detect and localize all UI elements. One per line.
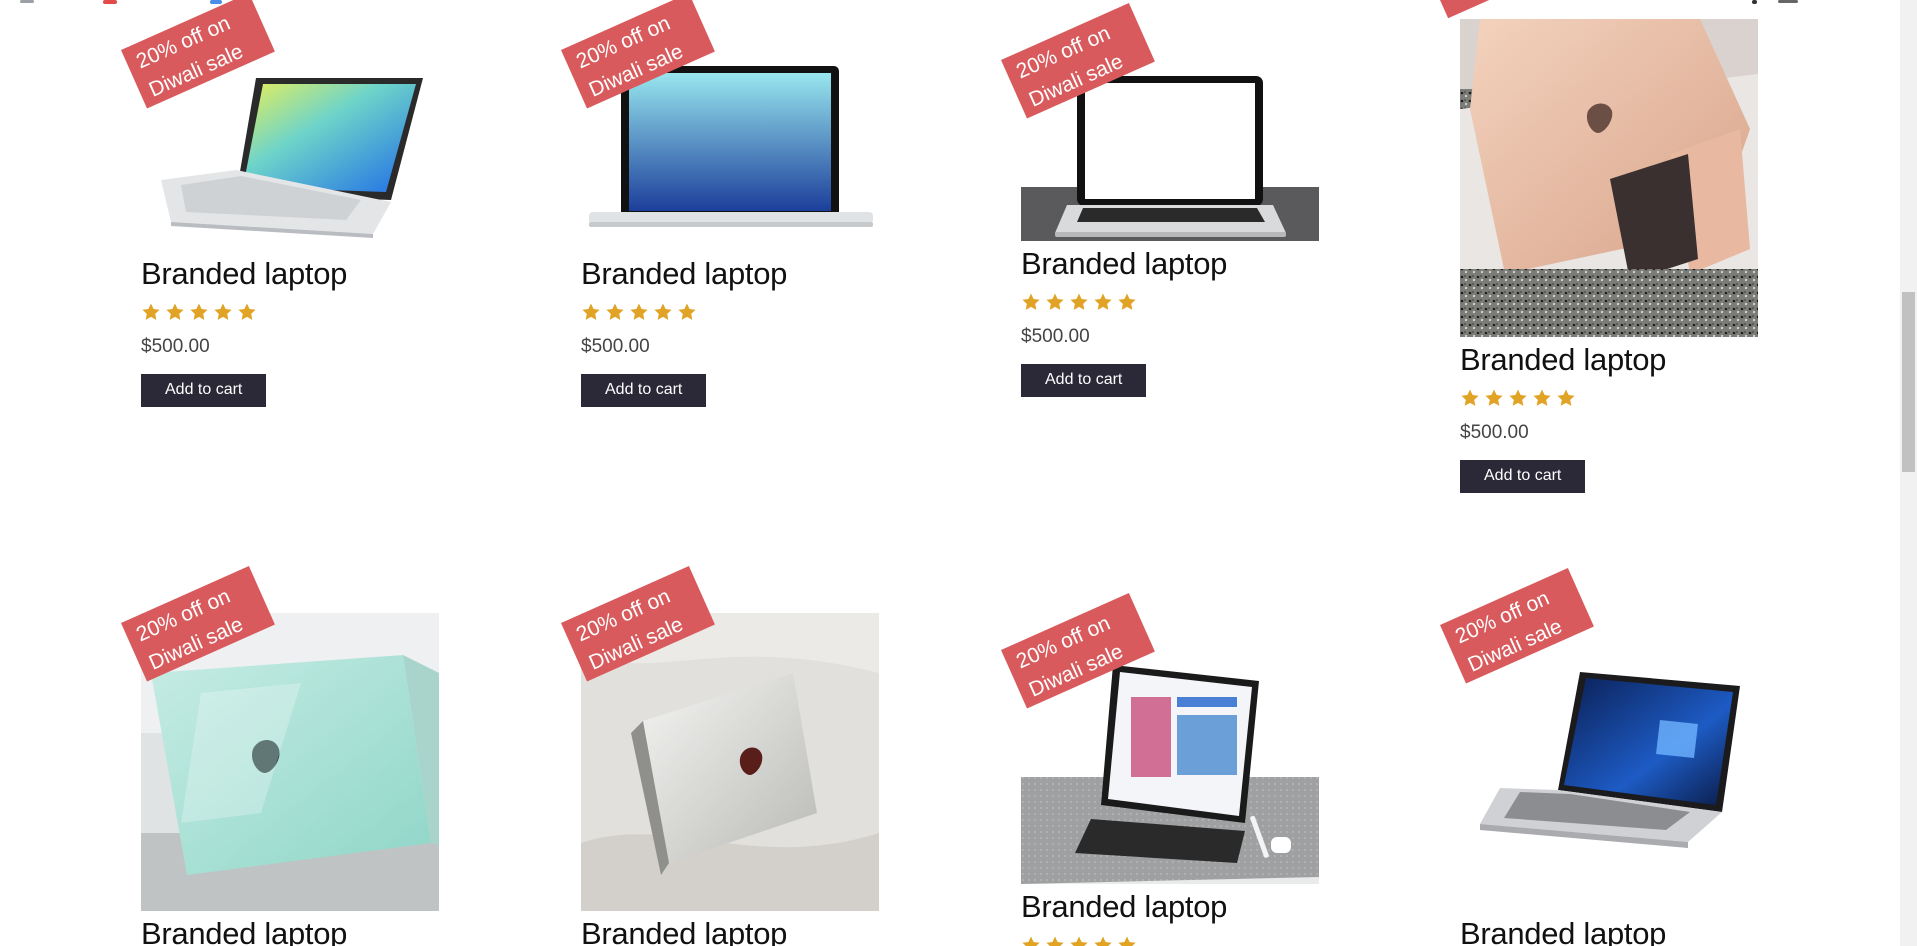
extension-icon[interactable] xyxy=(1752,0,1757,4)
product-title[interactable]: Branded laptop xyxy=(1021,246,1321,282)
scrollbar-thumb[interactable] xyxy=(1902,292,1915,472)
rating-stars xyxy=(1021,292,1321,314)
star-icon xyxy=(1461,389,1479,406)
product-title[interactable]: Branded laptop xyxy=(581,916,881,946)
star-icon xyxy=(1509,389,1527,406)
bookmark-icon[interactable] xyxy=(210,0,222,4)
star-icon xyxy=(190,303,208,320)
product-title[interactable]: Branded laptop xyxy=(1460,342,1760,378)
star-icon xyxy=(630,303,648,320)
star-icon xyxy=(166,303,184,320)
star-icon xyxy=(1533,389,1551,406)
product-info: Branded laptop $500.00 Add to cart xyxy=(1021,246,1321,397)
star-icon xyxy=(606,303,624,320)
add-to-cart-button[interactable]: Add to cart xyxy=(141,374,267,407)
rating-stars xyxy=(141,302,441,324)
product-grid: 20% off on Diwali sale Branded laptop $5… xyxy=(0,0,1900,946)
product-info: Branded laptop $500.00 Add to cart xyxy=(141,256,441,407)
star-icon xyxy=(1070,936,1088,946)
rating-stars xyxy=(1021,935,1321,946)
menu-icon[interactable] xyxy=(20,0,34,3)
product-info: Branded laptop $500.00 Add to cart xyxy=(581,256,881,407)
product-price: $500.00 xyxy=(1460,422,1529,443)
browser-toolbar-remnant xyxy=(0,0,1900,6)
asus-windows-laptop-icon xyxy=(1480,672,1740,848)
product-info: Branded laptop xyxy=(581,916,881,946)
product-price: $500.00 xyxy=(1021,326,1090,347)
profile-icon[interactable] xyxy=(1778,0,1798,3)
star-icon xyxy=(1022,936,1040,946)
product-title[interactable]: Branded laptop xyxy=(1460,916,1760,946)
product-title[interactable]: Branded laptop xyxy=(1021,889,1321,925)
product-info: Branded laptop xyxy=(1021,889,1321,946)
star-icon xyxy=(1485,389,1503,406)
add-to-cart-button[interactable]: Add to cart xyxy=(581,374,707,407)
star-icon xyxy=(1022,293,1040,310)
product-image[interactable] xyxy=(1460,640,1758,860)
product-price: $500.00 xyxy=(581,336,650,357)
rating-stars xyxy=(1460,388,1760,410)
vertical-scrollbar[interactable] xyxy=(1900,0,1917,946)
product-title[interactable]: Branded laptop xyxy=(141,256,441,292)
star-icon xyxy=(1070,293,1088,310)
gmail-icon[interactable] xyxy=(103,0,117,4)
star-icon xyxy=(142,303,160,320)
macbook-rose-gold-icon xyxy=(1460,19,1758,337)
star-icon xyxy=(214,303,232,320)
add-to-cart-button[interactable]: Add to cart xyxy=(1460,460,1586,493)
product-info: Branded laptop $500.00 Add to cart xyxy=(1460,342,1760,493)
add-to-cart-button[interactable]: Add to cart xyxy=(1021,364,1147,397)
star-icon xyxy=(1118,293,1136,310)
star-icon xyxy=(1094,293,1112,310)
star-icon xyxy=(1046,936,1064,946)
product-price: $500.00 xyxy=(141,336,210,357)
star-icon xyxy=(238,303,256,320)
star-icon xyxy=(1557,389,1575,406)
star-icon xyxy=(654,303,672,320)
product-title[interactable]: Branded laptop xyxy=(141,916,441,946)
product-title[interactable]: Branded laptop xyxy=(581,256,881,292)
product-info: Branded laptop xyxy=(141,916,441,946)
star-icon xyxy=(678,303,696,320)
star-icon xyxy=(1046,293,1064,310)
star-icon xyxy=(582,303,600,320)
product-image[interactable] xyxy=(1460,19,1758,337)
product-info: Branded laptop xyxy=(1460,916,1760,946)
rating-stars xyxy=(581,302,881,324)
star-icon xyxy=(1094,936,1112,946)
star-icon xyxy=(1118,936,1136,946)
